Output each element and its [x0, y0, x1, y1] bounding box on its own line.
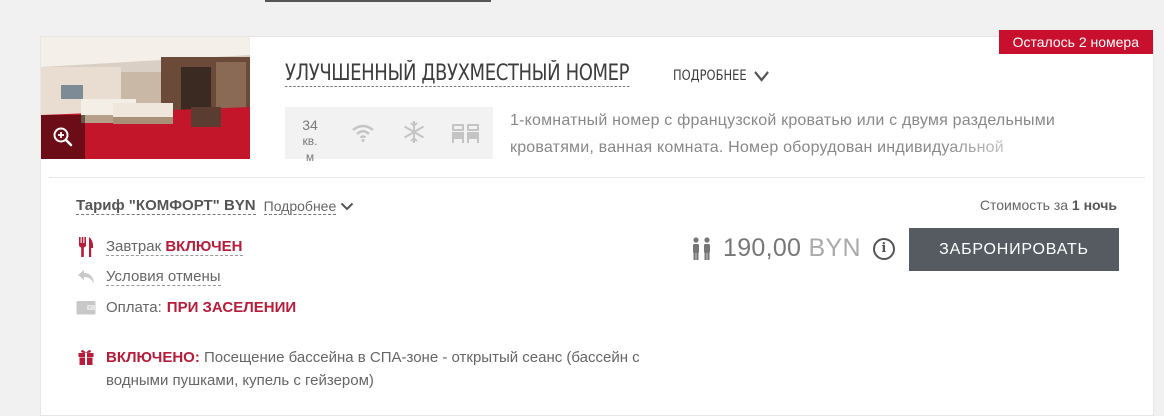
- chevron-down-icon: [754, 71, 769, 82]
- description-fade: [941, 134, 1121, 161]
- room-more-link[interactable]: ПОДРОБНЕЕ: [673, 68, 770, 84]
- included-label: ВКЛЮЧЕНО:: [106, 349, 200, 366]
- two-guests-icon: [693, 236, 710, 260]
- price-block: 190,00 BYN i: [691, 234, 895, 263]
- cancel-row: Условия отмены: [76, 268, 221, 286]
- room-area: 34 кв. м: [297, 117, 323, 165]
- gift-icon: [78, 350, 94, 365]
- chevron-down-icon: [341, 202, 354, 210]
- wifi-icon: [352, 124, 374, 142]
- twin-beds-icon: [452, 124, 479, 143]
- book-button[interactable]: ЗАБРОНИРОВАТЬ: [909, 228, 1119, 271]
- price-value: 190,00: [723, 234, 802, 262]
- air-conditioning-icon: [403, 121, 425, 143]
- price-amount: 190,00 BYN: [723, 234, 861, 263]
- price-currency: BYN: [808, 234, 861, 262]
- cost-label-period: 1 ночь: [1071, 197, 1117, 213]
- cost-label-prefix: Стоимость за: [979, 197, 1069, 213]
- payment-label: Оплата:: [106, 299, 162, 316]
- fork-knife-icon: [79, 237, 94, 257]
- room-more-label: ПОДРОБНЕЕ: [673, 68, 747, 84]
- included-service: ВКЛЮЧЕНО: Посещение бассейна в СПА-зоне …: [76, 346, 646, 392]
- breakfast-row: Завтрак ВКЛЮЧЕН: [76, 237, 243, 257]
- payment-value: ПРИ ЗАСЕЛЕНИИ: [166, 299, 297, 316]
- room-title[interactable]: УЛУЧШЕННЫЙ ДВУХМЕСТНЫЙ НОМЕР: [285, 61, 630, 87]
- tariff-more-link[interactable]: Подробнее: [263, 198, 337, 215]
- divider: [49, 177, 1145, 178]
- room-area-value: 34: [302, 117, 318, 133]
- cost-period-label: Стоимость за 1 ночь: [980, 197, 1117, 213]
- info-icon[interactable]: i: [872, 237, 895, 260]
- breakfast-label[interactable]: Завтрак ВКЛЮЧЕН: [106, 238, 243, 256]
- room-photo[interactable]: [41, 37, 250, 159]
- breakfast-value: ВКЛЮЧЕН: [165, 238, 243, 255]
- tariff-header: Тариф "КОМФОРТ" BYN Подробнее: [76, 197, 354, 215]
- room-card: Осталось 2 номера УЛУЧШЕННЫЙ ДВУХМЕСТНЫЙ…: [40, 30, 1154, 416]
- wallet-icon: [76, 301, 96, 315]
- rooms-left-badge: Осталось 2 номера: [998, 30, 1153, 54]
- zoom-button[interactable]: [41, 115, 85, 159]
- cancel-conditions-link[interactable]: Условия отмены: [106, 268, 221, 286]
- undo-arrow-icon: [78, 270, 94, 284]
- zoom-in-icon: [53, 127, 73, 147]
- room-area-unit: кв. м: [302, 134, 318, 164]
- breakfast-label-text: Завтрак: [106, 238, 162, 255]
- tariff-name[interactable]: Тариф "КОМФОРТ" BYN: [76, 197, 256, 215]
- amenities-panel: 34 кв. м: [285, 107, 493, 164]
- active-tab-indicator: [265, 0, 491, 2]
- payment-row: Оплата: ПРИ ЗАСЕЛЕНИИ: [76, 299, 296, 316]
